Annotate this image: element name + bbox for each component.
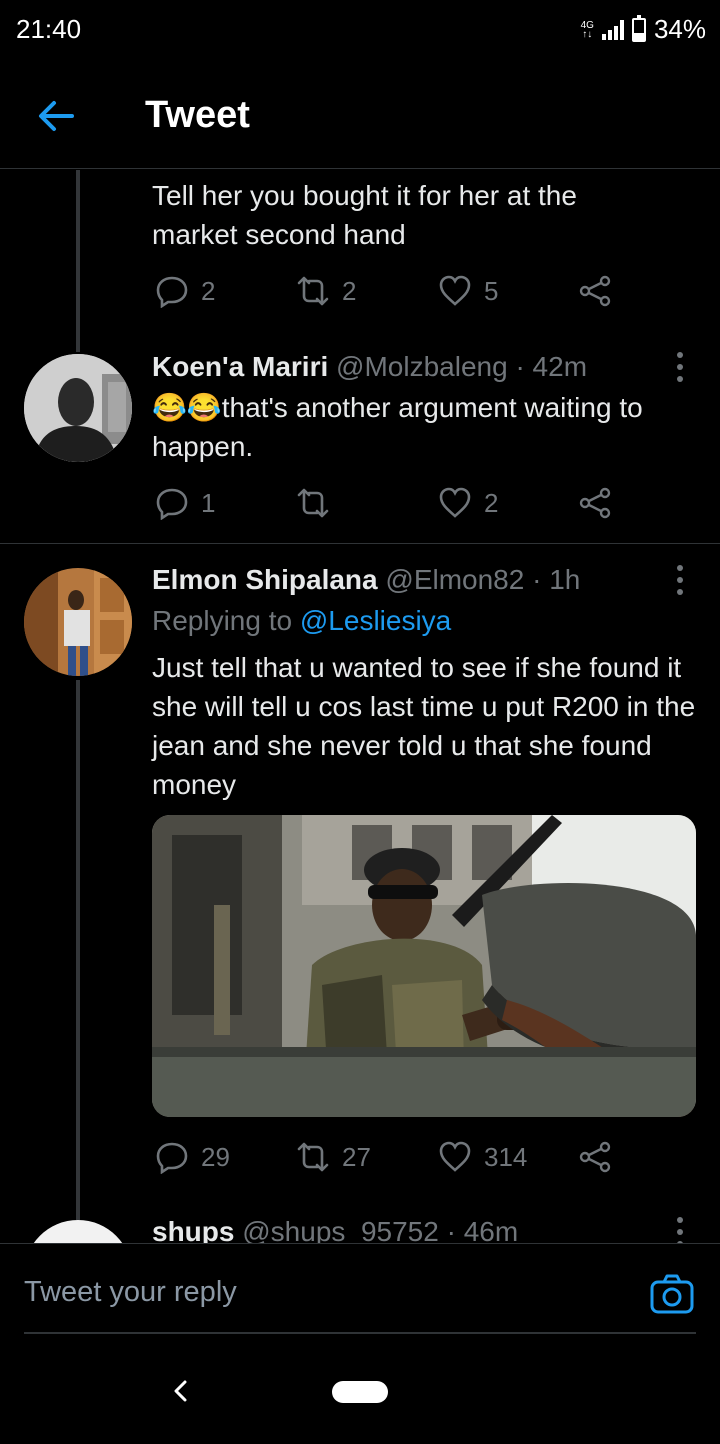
retweet-icon bbox=[297, 276, 329, 306]
soldier-photo bbox=[152, 815, 696, 1117]
back-button[interactable] bbox=[32, 92, 80, 140]
page-title: Tweet bbox=[145, 94, 250, 136]
like-button[interactable]: 5 bbox=[438, 274, 498, 308]
reply-button[interactable]: 2 bbox=[155, 274, 215, 308]
reply-input[interactable]: Tweet your reply bbox=[24, 1276, 237, 1309]
tweet-time: · 42m bbox=[515, 351, 588, 382]
avatar[interactable] bbox=[24, 354, 132, 462]
reply-icon bbox=[156, 488, 188, 520]
retweet-icon bbox=[297, 488, 329, 518]
tweet-text: Tell her you bought it for her at the ma… bbox=[152, 180, 577, 250]
status-icons: 4G ↑↓ 34% bbox=[581, 14, 706, 45]
reply-icon bbox=[156, 1142, 188, 1174]
reply-count: 29 bbox=[201, 1141, 230, 1172]
system-back-button[interactable] bbox=[168, 1378, 194, 1404]
tweet-actions: 1 2 bbox=[0, 486, 720, 526]
reply-count: 1 bbox=[201, 487, 216, 518]
author-handle[interactable]: @Elmon82 bbox=[385, 564, 524, 595]
like-button[interactable]: 2 bbox=[438, 486, 498, 520]
share-button[interactable] bbox=[578, 1140, 612, 1174]
like-count: 5 bbox=[484, 275, 499, 306]
tweet-time: · 1h bbox=[532, 564, 581, 595]
retweet-count: 2 bbox=[342, 275, 357, 306]
heart-icon bbox=[439, 1141, 471, 1172]
tweet-actions: 2 2 5 bbox=[0, 274, 720, 314]
like-button[interactable]: 314 bbox=[438, 1140, 527, 1174]
battery-icon bbox=[631, 14, 646, 42]
share-button[interactable] bbox=[578, 486, 612, 520]
retweet-button[interactable]: 2 bbox=[296, 274, 356, 308]
reply-input-underline bbox=[24, 1332, 696, 1334]
battery-level: 34% bbox=[653, 14, 706, 44]
share-icon bbox=[579, 1141, 611, 1173]
chevron-left-icon bbox=[174, 1380, 187, 1402]
heart-icon bbox=[439, 275, 471, 306]
tweet-text: Just tell that u wanted to see if she fo… bbox=[152, 652, 696, 800]
retweet-count: 27 bbox=[342, 1141, 371, 1172]
share-icon bbox=[579, 275, 611, 307]
tweet-divider bbox=[0, 543, 720, 544]
heart-icon bbox=[439, 487, 471, 518]
reply-count: 2 bbox=[201, 275, 216, 306]
more-options-icon[interactable] bbox=[676, 352, 684, 382]
reply-icon bbox=[156, 276, 188, 308]
author-handle[interactable]: @Molzbaleng bbox=[336, 351, 508, 382]
more-options-icon[interactable] bbox=[676, 565, 684, 595]
camera-icon bbox=[650, 1274, 694, 1314]
top-app-bar bbox=[0, 64, 720, 169]
author-name[interactable]: Elmon Shipalana bbox=[152, 564, 378, 595]
camera-button[interactable] bbox=[650, 1274, 694, 1314]
arrow-left-icon bbox=[39, 101, 74, 131]
author-name[interactable]: Koen'a Mariri bbox=[152, 351, 328, 382]
avatar[interactable] bbox=[24, 568, 132, 676]
tweet-header: Koen'a Mariri @Molzbaleng · 42m bbox=[152, 351, 587, 383]
thread-line bbox=[76, 170, 80, 352]
tweet-image[interactable] bbox=[152, 815, 696, 1117]
network-type: 4G ↑↓ bbox=[580, 19, 594, 40]
replying-to-handle[interactable]: @Lesliesiya bbox=[300, 605, 451, 636]
share-icon bbox=[579, 487, 611, 519]
tweet-header: Elmon Shipalana @Elmon82 · 1h bbox=[152, 564, 580, 596]
reply-composer bbox=[0, 1243, 720, 1444]
like-count: 2 bbox=[484, 487, 499, 518]
thread-line bbox=[76, 680, 80, 1220]
like-count: 314 bbox=[484, 1141, 528, 1172]
retweet-button[interactable] bbox=[296, 486, 342, 520]
replying-to-label: Replying to bbox=[152, 605, 293, 636]
avatar-photo bbox=[24, 568, 132, 676]
avatar-photo bbox=[24, 354, 132, 462]
retweet-button[interactable]: 27 bbox=[296, 1140, 371, 1174]
emoji: 😂😂 bbox=[152, 392, 222, 423]
reply-button[interactable]: 1 bbox=[155, 486, 215, 520]
replying-to: Replying to @Lesliesiya bbox=[152, 605, 451, 637]
share-button[interactable] bbox=[578, 274, 612, 308]
status-time: 21:40 bbox=[16, 14, 82, 44]
retweet-icon bbox=[297, 1142, 329, 1172]
tweet-actions: 29 27 314 bbox=[0, 1140, 720, 1180]
reply-button[interactable]: 29 bbox=[155, 1140, 230, 1174]
signal-icon bbox=[601, 19, 624, 40]
tweet-text: 😂😂that's another argument waiting to hap… bbox=[152, 392, 643, 462]
home-gesture-pill[interactable] bbox=[332, 1381, 388, 1403]
